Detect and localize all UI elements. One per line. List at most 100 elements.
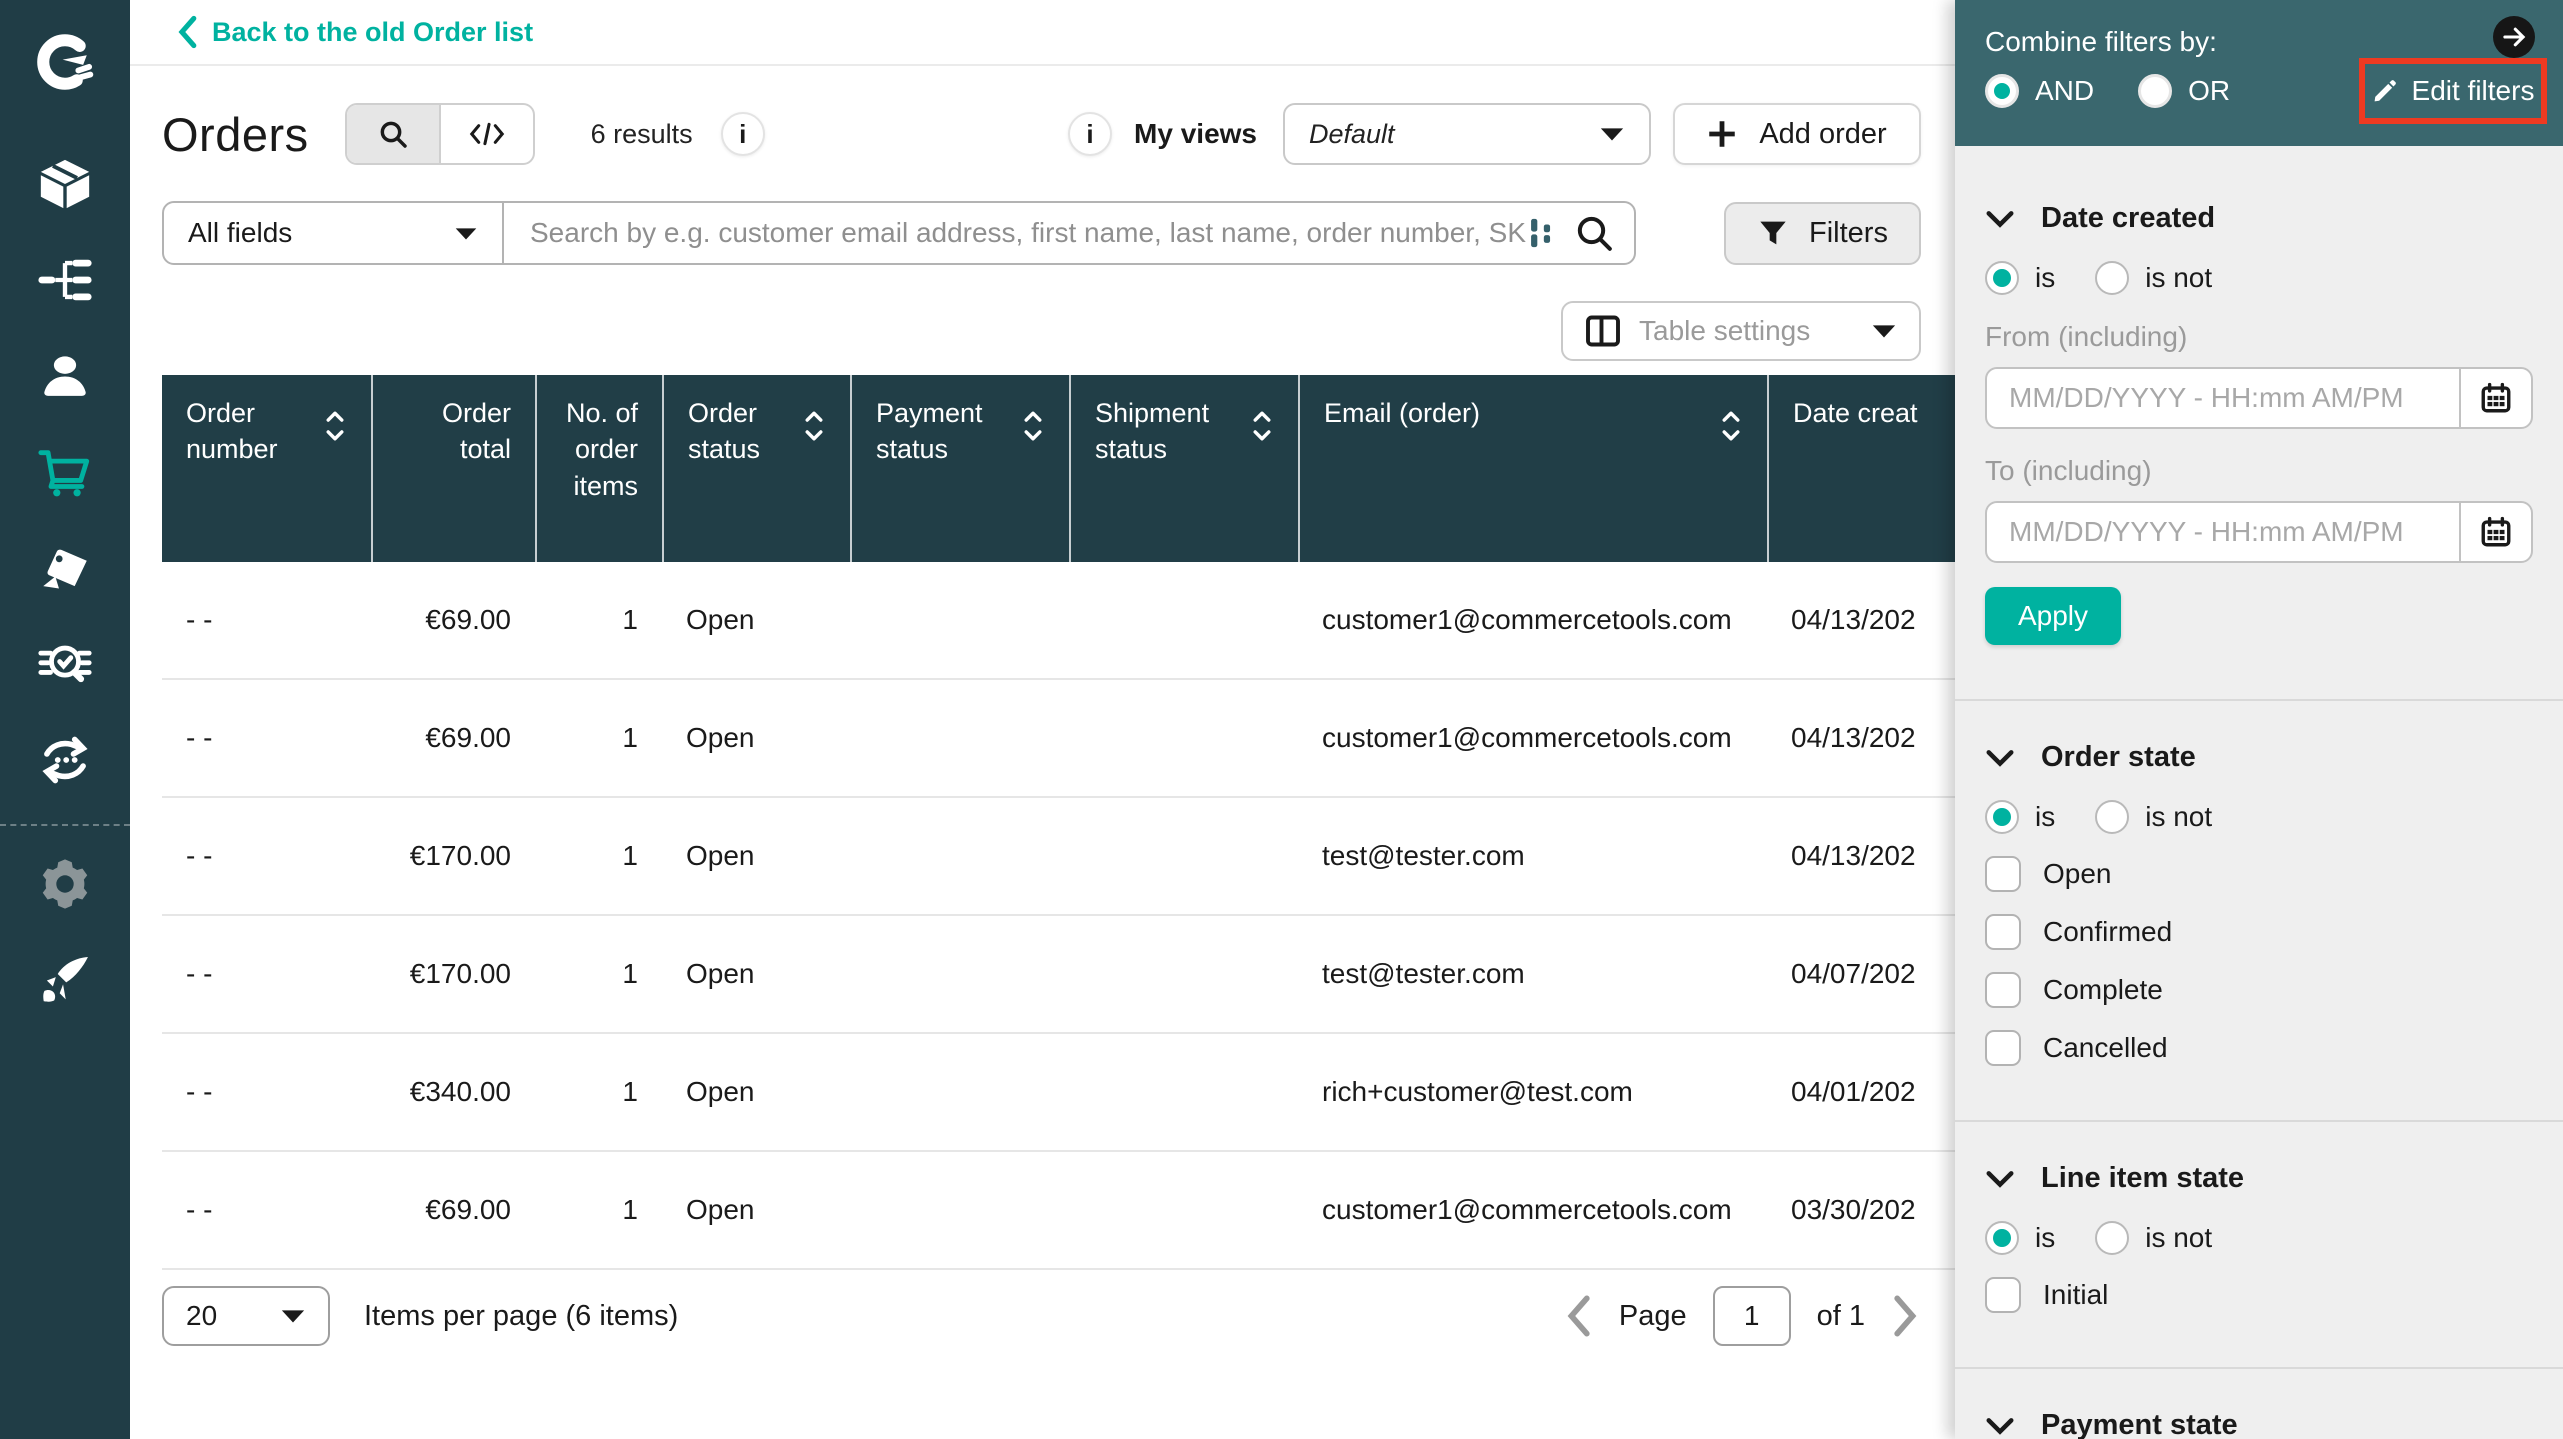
or-radio[interactable] [2138, 74, 2172, 108]
filter-option-open[interactable]: Open [1985, 856, 2533, 892]
sidebar-item-discounts[interactable] [0, 520, 130, 616]
table-row[interactable]: - -€170.001Opentest@tester.com04/13/202 [162, 798, 1955, 916]
chevron-down-icon [1985, 1169, 2015, 1189]
is-not-label: is not [2145, 1222, 2212, 1254]
is-option[interactable]: is [1985, 261, 2055, 295]
next-page-button[interactable] [1891, 1294, 1921, 1338]
is-not-option[interactable]: is not [2095, 261, 2212, 295]
sidebar-item-operations[interactable] [0, 712, 130, 808]
section-title: Order state [2041, 741, 2196, 774]
is-not-radio[interactable] [2095, 800, 2129, 834]
edit-filters-button[interactable]: Edit filters [2359, 58, 2547, 124]
combine-and-option[interactable]: AND [1985, 74, 2094, 108]
results-info-icon[interactable]: i [721, 112, 765, 156]
results-count: 6 results [591, 119, 693, 150]
my-views-info-icon[interactable]: i [1068, 112, 1112, 156]
filter-section-date-created: Date createdisis notFrom (including)MM/D… [1985, 202, 2533, 645]
to-date-input[interactable]: MM/DD/YYYY - HH:mm AM/PM [1985, 501, 2533, 563]
and-radio[interactable] [1985, 74, 2019, 108]
column-header-payment-status[interactable]: Payment status [850, 375, 1069, 562]
table-cell: 04/13/202 [1767, 680, 1955, 796]
page-number-input[interactable] [1713, 1286, 1791, 1346]
is-radio[interactable] [1985, 1221, 2019, 1255]
sidebar-item-products[interactable] [0, 136, 130, 232]
checkbox[interactable] [1985, 1030, 2021, 1066]
table-cell [1069, 798, 1298, 914]
section-toggle-line-item-state[interactable]: Line item state [1985, 1162, 2533, 1195]
column-header-order-status[interactable]: Order status [662, 375, 850, 562]
sidebar-item-product-selections[interactable] [0, 616, 130, 712]
checkbox[interactable] [1985, 1277, 2021, 1313]
is-label: is [2035, 262, 2055, 294]
magnifier-icon[interactable] [1574, 213, 1614, 253]
column-header-shipment-status[interactable]: Shipment status [1069, 375, 1298, 562]
checkbox-label: Open [2043, 858, 2112, 890]
combine-or-option[interactable]: OR [2138, 74, 2230, 108]
table-row[interactable]: - -€170.001Opentest@tester.com04/07/202 [162, 916, 1955, 1034]
items-per-page-label: Items per page (6 items) [364, 1300, 678, 1333]
column-header-date-creat[interactable]: Date creat [1767, 375, 1955, 562]
table-cell [850, 1152, 1069, 1268]
chevron-right-icon [1891, 1294, 1921, 1338]
checkbox[interactable] [1985, 856, 2021, 892]
code-mode-button[interactable] [439, 105, 533, 163]
filter-option-complete[interactable]: Complete [1985, 972, 2533, 1008]
sidebar-item-orders[interactable] [0, 424, 130, 520]
table-cell [1069, 562, 1298, 678]
sidebar-item-categories[interactable] [0, 232, 130, 328]
section-toggle-payment-state[interactable]: Payment state [1985, 1409, 2533, 1439]
column-label: Order status [688, 395, 788, 468]
arrow-right-icon [2501, 24, 2527, 50]
commercetools-logo-icon[interactable] [0, 14, 130, 110]
sidebar-item-whats-new[interactable] [0, 932, 130, 1028]
add-order-button[interactable]: Add order [1673, 103, 1921, 165]
column-header-no-of-order-items[interactable]: No. of order items [535, 375, 662, 562]
search-field-select[interactable]: All fields [164, 203, 504, 263]
view-select[interactable]: Default [1283, 103, 1651, 165]
is-radio[interactable] [1985, 261, 2019, 295]
filter-option-cancelled[interactable]: Cancelled [1985, 1030, 2533, 1066]
table-cell [850, 916, 1069, 1032]
collapse-panel-button[interactable] [2493, 16, 2535, 58]
table-row[interactable]: - -€69.001Opencustomer1@commercetools.co… [162, 1152, 1955, 1270]
search-mode-button[interactable] [347, 105, 439, 163]
table-cell: Open [662, 916, 850, 1032]
is-not-radio[interactable] [2095, 1221, 2129, 1255]
sidebar-item-settings[interactable] [0, 836, 130, 932]
checkbox[interactable] [1985, 972, 2021, 1008]
calendar-button[interactable] [2459, 369, 2531, 427]
apply-button[interactable]: Apply [1985, 587, 2121, 645]
from-date-input[interactable]: MM/DD/YYYY - HH:mm AM/PM [1985, 367, 2533, 429]
checkbox[interactable] [1985, 914, 2021, 950]
is-option[interactable]: is [1985, 800, 2055, 834]
table-row[interactable]: - -€69.001Opencustomer1@commercetools.co… [162, 562, 1955, 680]
search-input[interactable]: Search by e.g. customer email address, f… [504, 203, 1634, 263]
section-toggle-date-created[interactable]: Date created [1985, 202, 2533, 235]
is-not-option[interactable]: is not [2095, 800, 2212, 834]
filter-section-order-state: Order state is is not Open Confirmed Complete… [1985, 741, 2533, 1066]
is-radio[interactable] [1985, 800, 2019, 834]
sidebar-item-customers[interactable] [0, 328, 130, 424]
is-option[interactable]: is [1985, 1221, 2055, 1255]
filters-button[interactable]: Filters [1724, 202, 1921, 265]
table-settings-dropdown[interactable]: Table settings [1561, 301, 1921, 361]
filter-option-confirmed[interactable]: Confirmed [1985, 914, 2533, 950]
items-per-page-select[interactable]: 20 [162, 1286, 330, 1346]
is-not-radio[interactable] [2095, 261, 2129, 295]
back-to-old-order-list-link[interactable]: Back to the old Order list [176, 15, 533, 49]
filter-option-initial[interactable]: Initial [1985, 1277, 2533, 1313]
section-toggle-order-state[interactable]: Order state [1985, 741, 2533, 774]
chevron-down-icon [1985, 209, 2015, 229]
checkbox-label: Confirmed [2043, 916, 2172, 948]
previous-page-button[interactable] [1563, 1294, 1593, 1338]
chevron-down-icon [1985, 1416, 2015, 1436]
table-cell: customer1@commercetools.com [1298, 1152, 1767, 1268]
table-row[interactable]: - -€69.001Opencustomer1@commercetools.co… [162, 680, 1955, 798]
filters-panel: Combine filters by: AND OR Edit filters … [1955, 0, 2563, 1439]
is-not-option[interactable]: is not [2095, 1221, 2212, 1255]
table-row[interactable]: - -€340.001Openrich+customer@test.com04/… [162, 1034, 1955, 1152]
calendar-button[interactable] [2459, 503, 2531, 561]
column-header-order-number[interactable]: Order number [162, 375, 371, 562]
column-header-email-order[interactable]: Email (order) [1298, 375, 1767, 562]
column-header-order-total[interactable]: Order total [371, 375, 535, 562]
